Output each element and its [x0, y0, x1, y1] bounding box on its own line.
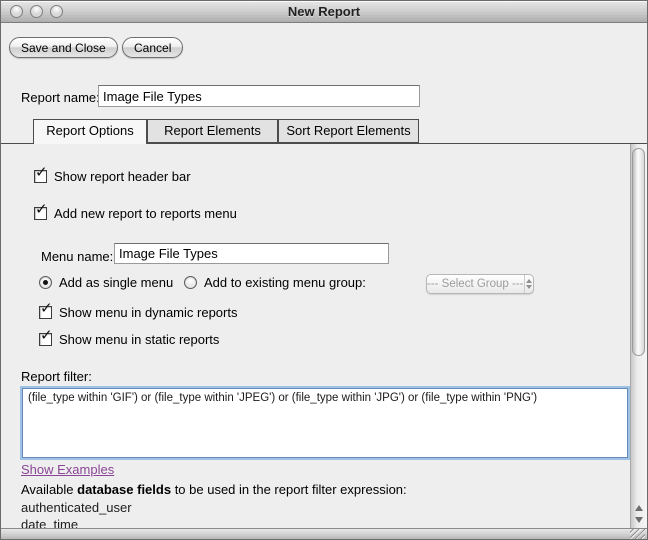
static-reports-label: Show menu in static reports [59, 332, 219, 347]
tab-report-options[interactable]: Report Options [33, 119, 147, 144]
add-to-menu-label: Add new report to reports menu [54, 206, 237, 221]
tab-sort-report-elements[interactable]: Sort Report Elements [278, 119, 419, 143]
menu-group-label: Add to existing menu group: [204, 275, 366, 290]
menu-group-radio-row: Add to existing menu group: [184, 275, 366, 290]
group-select-dropdown[interactable]: --- Select Group --- [426, 274, 534, 294]
show-report-header-checkbox[interactable]: ✓ [34, 170, 47, 183]
dynamic-reports-row: ✓ Show menu in dynamic reports [39, 305, 237, 320]
fields-intro-suffix: to be used in the report filter expressi… [171, 482, 407, 497]
report-filter-label: Report filter: [21, 369, 92, 384]
scroll-down-button[interactable] [631, 514, 647, 525]
report-name-label: Report name: [21, 90, 100, 105]
status-bar [1, 528, 647, 540]
tab-report-elements[interactable]: Report Elements [147, 119, 278, 143]
cancel-button[interactable]: Cancel [122, 37, 183, 58]
report-name-input[interactable] [98, 85, 420, 107]
fields-intro-prefix: Available [21, 482, 77, 497]
menu-group-radio[interactable] [184, 276, 197, 289]
vertical-scrollbar[interactable] [630, 144, 647, 528]
titlebar[interactable]: New Report [1, 1, 647, 23]
single-menu-radio-row: Add as single menu [39, 275, 173, 290]
static-reports-checkbox[interactable]: ✓ [39, 333, 52, 346]
add-to-menu-checkbox[interactable]: ✓ [34, 207, 47, 220]
fields-intro: Available database fields to be used in … [21, 482, 407, 497]
dynamic-reports-label: Show menu in dynamic reports [59, 305, 237, 320]
check-icon: ✓ [35, 165, 48, 180]
scroll-down-icon [635, 517, 643, 523]
menu-name-input[interactable] [114, 243, 389, 264]
report-filter-textarea[interactable]: (file_type within 'GIF') or (file_type w… [22, 388, 628, 458]
scroll-up-button[interactable] [631, 502, 647, 513]
single-menu-label: Add as single menu [59, 275, 173, 290]
show-report-header-label: Show report header bar [54, 169, 191, 184]
save-and-close-button[interactable]: Save and Close [9, 37, 118, 58]
check-icon: ✓ [40, 301, 53, 316]
show-examples-link[interactable]: Show Examples [21, 462, 114, 477]
fields-intro-bold: database fields [77, 482, 171, 497]
show-report-header-row: ✓ Show report header bar [34, 169, 191, 184]
dynamic-reports-checkbox[interactable]: ✓ [39, 306, 52, 319]
new-report-window: New Report Save and Close Cancel Report … [0, 0, 648, 540]
add-to-menu-row: ✓ Add new report to reports menu [34, 206, 237, 221]
group-select-value: --- Select Group --- [427, 278, 524, 290]
check-icon: ✓ [40, 328, 53, 343]
single-menu-radio[interactable] [39, 276, 52, 289]
check-icon: ✓ [35, 202, 48, 217]
stepper-arrows-icon [524, 275, 534, 293]
scroll-up-icon [635, 505, 643, 511]
resize-grip[interactable] [630, 529, 645, 540]
window-title: New Report [1, 1, 647, 23]
arrow-up-icon [526, 279, 532, 283]
menu-name-label: Menu name: [41, 249, 113, 264]
scrollbar-thumb[interactable] [632, 148, 645, 356]
static-reports-row: ✓ Show menu in static reports [39, 332, 219, 347]
database-field-item: authenticated_user [21, 500, 132, 515]
arrow-down-icon [526, 285, 532, 289]
